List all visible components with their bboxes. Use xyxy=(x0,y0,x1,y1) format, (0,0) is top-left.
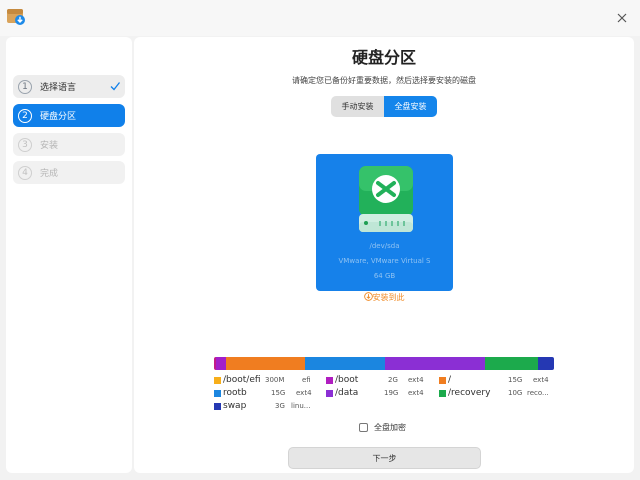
title-bar xyxy=(0,0,640,36)
partition-bar xyxy=(214,357,554,370)
legend-swatch xyxy=(214,389,221,397)
step-number: 3 xyxy=(18,137,32,152)
disk-model: VMware, VMware Virtual S xyxy=(338,257,431,265)
installer-app-icon xyxy=(7,9,25,25)
legend-boot: /boot xyxy=(326,374,358,386)
download-icon xyxy=(363,292,373,301)
full-disk-encryption-checkbox[interactable]: 全盘加密 xyxy=(359,422,406,433)
partition-fs: ext4 xyxy=(408,389,424,397)
next-button[interactable]: 下一步 xyxy=(288,447,481,469)
page-subtitle: 请确定您已备份好重要数据，然后选择要安装的磁盘 xyxy=(292,76,476,85)
legend-swatch xyxy=(439,389,446,397)
steps-sidebar: 1 选择语言 2 硬盘分区 3 安装 4 完成 xyxy=(6,37,132,473)
partition-segment xyxy=(305,357,385,370)
check-icon xyxy=(110,82,121,91)
partition-size: 2G xyxy=(388,376,398,384)
step-label: 选择语言 xyxy=(40,83,77,93)
legend-data: /data xyxy=(326,387,358,399)
disk-card[interactable]: /dev/sda VMware, VMware Virtual S 64 GB xyxy=(316,154,453,291)
partition-size: 300M xyxy=(265,376,285,384)
legend-swatch xyxy=(439,376,446,384)
partition-size: 15G xyxy=(508,376,523,384)
legend-swatch xyxy=(326,389,333,397)
partition-segment xyxy=(215,357,227,370)
step-number: 4 xyxy=(18,165,32,180)
install-mode-tabs: 手动安装 全盘安装 xyxy=(331,96,437,117)
legend-swap: swap xyxy=(214,400,246,412)
install-here-label: 安装到此 xyxy=(134,292,634,303)
partition-size: 10G xyxy=(508,389,523,397)
partition-fs: reco... xyxy=(527,389,549,397)
partition-segment xyxy=(226,357,306,370)
partition-fs: ext4 xyxy=(296,389,312,397)
partition-name: /data xyxy=(335,388,359,398)
partition-fs: ext4 xyxy=(533,376,549,384)
disk-device: /dev/sda xyxy=(369,242,400,250)
partition-size: 15G xyxy=(271,389,286,397)
legend-swatch xyxy=(214,376,221,384)
step-install: 3 安装 xyxy=(13,133,125,156)
tab-full-disk-install[interactable]: 全盘安装 xyxy=(384,96,437,117)
step-number: 1 xyxy=(18,79,32,94)
close-icon[interactable] xyxy=(612,8,632,28)
partition-fs: efi xyxy=(302,376,311,384)
partition-size: 19G xyxy=(384,389,399,397)
partition-segment xyxy=(538,357,554,370)
step-disk-partition[interactable]: 2 硬盘分区 xyxy=(13,104,125,127)
partition-name: /boot/efi xyxy=(223,375,261,385)
disk-size: 64 GB xyxy=(373,272,396,280)
install-here-text: 安装到此 xyxy=(372,293,405,302)
step-number: 2 xyxy=(18,108,32,123)
step-finish: 4 完成 xyxy=(13,161,125,184)
partition-segment xyxy=(384,357,486,370)
step-label: 安装 xyxy=(40,141,59,151)
tab-manual-install[interactable]: 手动安装 xyxy=(331,96,384,117)
hard-drive-icon xyxy=(359,166,413,232)
main-panel: 硬盘分区 请确定您已备份好重要数据，然后选择要安装的磁盘 手动安装 全盘安装 /… xyxy=(134,37,634,473)
page-title: 硬盘分区 xyxy=(351,48,416,67)
legend-recovery: /recovery xyxy=(439,387,490,399)
partition-name: /recovery xyxy=(448,388,491,398)
step-select-language[interactable]: 1 选择语言 xyxy=(13,75,125,98)
partition-segment xyxy=(485,357,539,370)
checkbox-box[interactable] xyxy=(359,423,368,432)
legend-swatch xyxy=(214,402,221,410)
step-label: 硬盘分区 xyxy=(40,112,77,122)
legend-swatch xyxy=(326,376,333,384)
encrypt-label: 全盘加密 xyxy=(374,423,406,432)
partition-name: rootb xyxy=(223,388,247,398)
legend-rootb: rootb xyxy=(214,387,247,399)
step-label: 完成 xyxy=(40,169,59,179)
partition-name: / xyxy=(448,375,452,385)
partition-name: /boot xyxy=(335,375,359,385)
partition-size: 3G xyxy=(275,402,285,410)
partition-name: swap xyxy=(223,401,247,411)
legend-boot-efi: /boot/efi xyxy=(214,374,261,386)
legend-root: / xyxy=(439,374,451,386)
partition-fs: ext4 xyxy=(408,376,424,384)
partition-fs: linu... xyxy=(291,402,311,410)
